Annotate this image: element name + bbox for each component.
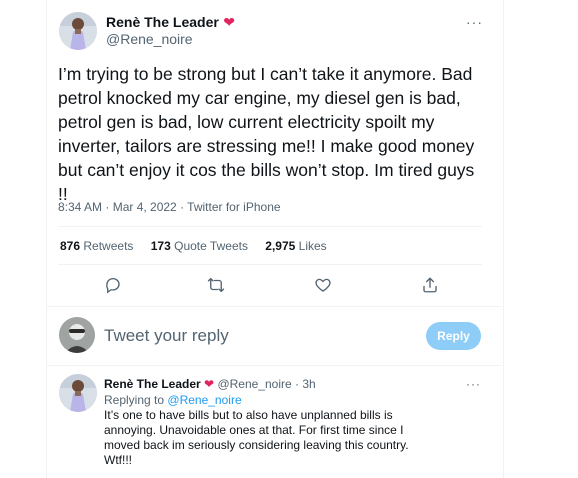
heart-emoji: ❤ <box>223 14 236 30</box>
heart-emoji: ❤ <box>204 377 215 391</box>
engagement-stats: 876 Retweets 173 Quote Tweets 2,975 Like… <box>60 239 341 253</box>
retweets-count: 876 <box>60 239 81 253</box>
current-user-avatar-image <box>59 317 95 353</box>
divider <box>58 264 482 265</box>
like-icon[interactable] <box>314 276 332 294</box>
reply-author-name[interactable]: Renè The Leader <box>104 377 201 391</box>
quotes-count: 173 <box>150 239 171 253</box>
author-avatar-image <box>59 12 97 50</box>
reply-author-avatar[interactable] <box>59 374 97 412</box>
reply-input[interactable]: Tweet your reply <box>104 326 229 346</box>
tweet-timestamp[interactable]: 8:34 AM · Mar 4, 2022 · Twitter for iPho… <box>58 200 281 214</box>
current-user-avatar[interactable] <box>59 317 95 353</box>
quotes-stat[interactable]: 173 Quote Tweets <box>151 239 248 253</box>
divider <box>58 226 482 227</box>
quotes-label: Quote Tweets <box>174 239 248 253</box>
author-name-row: Renè The Leader ❤ <box>106 14 235 32</box>
author-avatar[interactable] <box>59 12 97 50</box>
reply-header: Renè The Leader ❤ @Rene_noire · 3h <box>104 377 316 391</box>
likes-stat[interactable]: 2,975 Likes <box>265 239 326 253</box>
divider <box>46 365 502 366</box>
replying-prefix: Replying to <box>104 393 165 407</box>
author-handle[interactable]: @Rene_noire <box>106 31 193 47</box>
author-name[interactable]: Renè The Leader <box>106 14 219 30</box>
tweet-text: I’m trying to be strong but I can’t take… <box>58 64 475 204</box>
share-icon[interactable] <box>421 276 439 294</box>
reply-button[interactable]: Reply <box>426 322 481 350</box>
reply-author-avatar-image <box>59 374 97 412</box>
reply-time[interactable]: 3h <box>302 377 315 391</box>
more-options-icon[interactable]: ··· <box>466 14 483 30</box>
reply-icon[interactable] <box>104 276 122 294</box>
retweets-stat[interactable]: 876 Retweets <box>60 239 133 253</box>
likes-label: Likes <box>298 239 327 253</box>
replying-to-link[interactable]: @Rene_noire <box>167 393 241 407</box>
likes-count: 2,975 <box>265 239 296 253</box>
reply-author-handle[interactable]: @Rene_noire <box>217 377 291 391</box>
retweets-label: Retweets <box>83 239 134 253</box>
reply-text: It’s one to have bills but to also have … <box>104 408 409 467</box>
separator-dot: · <box>295 377 300 391</box>
reply-more-options-icon[interactable]: ··· <box>466 377 481 391</box>
replying-to: Replying to @Rene_noire <box>104 393 242 407</box>
divider <box>46 306 502 307</box>
retweet-icon[interactable] <box>207 276 225 294</box>
